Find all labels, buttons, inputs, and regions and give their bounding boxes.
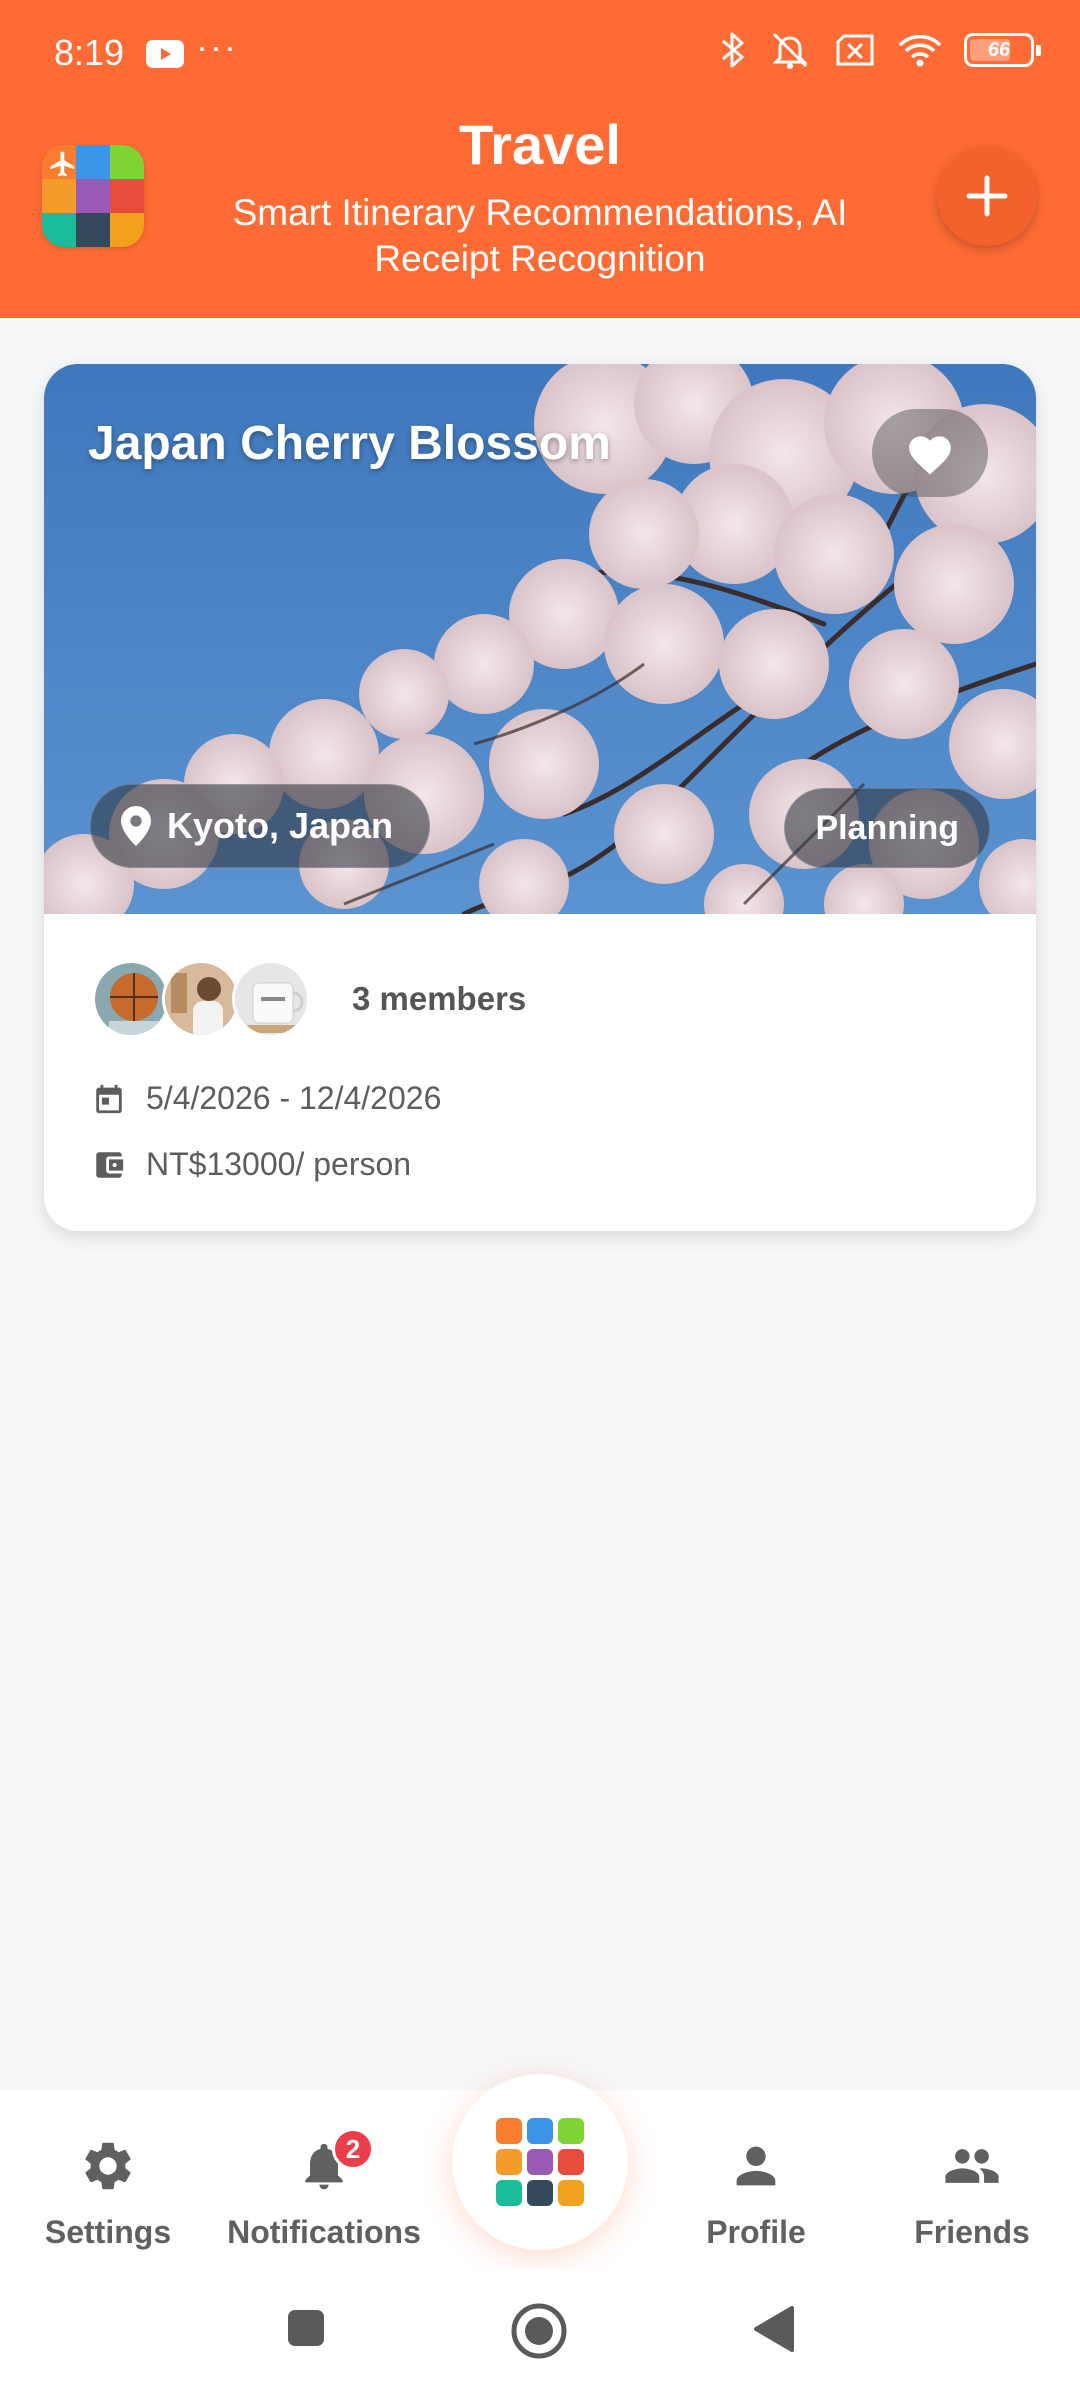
wifi-icon [898, 34, 942, 67]
battery-icon: 66 [964, 33, 1041, 67]
location-pin-icon [121, 806, 151, 846]
notification-badge: 2 [332, 2128, 374, 2170]
status-bar: 8:19 ··· 66 [0, 0, 1080, 110]
nav-notifications[interactable]: 2 Notifications [224, 2128, 424, 2251]
heart-icon [909, 436, 951, 475]
page-title: Travel [459, 113, 621, 176]
nav-settings[interactable]: Settings [8, 2136, 208, 2251]
nav-notifications-label: Notifications [227, 2214, 421, 2250]
app-header: 8:19 ··· 66 Travel Smart Itinerary Recom… [0, 0, 1080, 318]
avatar [92, 960, 170, 1038]
members-count: 3 members [352, 980, 527, 1017]
trip-status-badge: Planning [784, 788, 990, 868]
members-row[interactable]: 3 members [92, 960, 526, 1038]
recents-button[interactable] [286, 2308, 326, 2348]
avatar [162, 960, 240, 1038]
system-navigation-bar [0, 2270, 1080, 2400]
plus-icon [966, 175, 1008, 217]
trip-budget: NT$13000/ person [146, 1146, 412, 1182]
gear-icon [85, 2142, 131, 2190]
nav-friends-label: Friends [914, 2214, 1030, 2250]
nav-profile-label: Profile [706, 2214, 806, 2250]
more-notifications-icon: ··· [196, 26, 238, 67]
trip-dates: 5/4/2026 - 12/4/2026 [146, 1080, 442, 1116]
home-button[interactable] [510, 2302, 568, 2360]
people-icon [945, 2149, 999, 2183]
mute-icon [772, 32, 808, 69]
status-time: 8:19 [54, 32, 125, 73]
app-grid-icon [496, 2118, 584, 2206]
bluetooth-icon [722, 32, 744, 68]
trip-location: Kyoto, Japan [167, 805, 394, 846]
trip-card[interactable]: Japan Cherry Blossom Kyoto, Japan Planni… [44, 364, 1036, 1231]
page-subtitle: Smart Itinerary Recommendations, AI Rece… [232, 192, 848, 279]
status-icons: 66 [720, 30, 1041, 70]
nav-friends[interactable]: Friends [872, 2136, 1072, 2251]
location-chip: Kyoto, Japan [90, 784, 431, 868]
trip-budget-row: NT$13000/ person [92, 1146, 411, 1183]
youtube-icon [146, 40, 184, 68]
avatar [232, 960, 310, 1038]
nav-settings-label: Settings [44, 2214, 172, 2250]
calendar-icon [96, 1084, 122, 1113]
travel-home-screen: 8:19 ··· 66 Travel Smart Itinerary Recom… [0, 0, 1080, 2400]
nav-profile[interactable]: Profile [656, 2136, 856, 2251]
trip-dates-row: 5/4/2026 - 12/4/2026 [92, 1080, 441, 1117]
app-grid-button[interactable] [452, 2074, 628, 2250]
no-sim-icon [836, 34, 874, 66]
wallet-icon [96, 1151, 124, 1178]
trip-title: Japan Cherry Blossom [88, 417, 611, 470]
favorite-button[interactable] [872, 409, 988, 497]
person-icon [736, 2146, 776, 2186]
back-button[interactable] [752, 2304, 794, 2354]
battery-level: 66 [987, 38, 1011, 61]
add-trip-button[interactable] [937, 146, 1037, 246]
